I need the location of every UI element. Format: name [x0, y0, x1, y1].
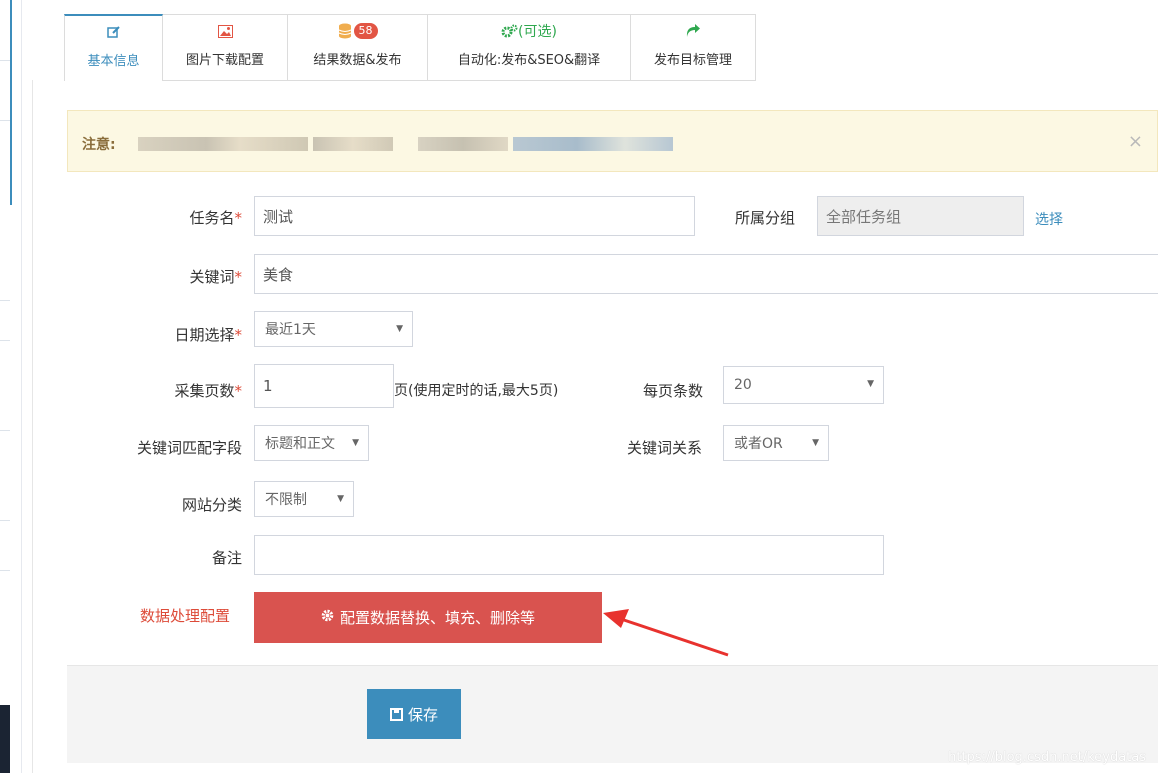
- annotation-arrow: [603, 609, 729, 657]
- save-button[interactable]: 保存: [367, 689, 461, 739]
- watermark: https://blog.csdn.net/keydatas: [948, 750, 1146, 765]
- form-footer: [67, 665, 1158, 763]
- floppy-icon: [389, 707, 403, 721]
- save-button-label: 保存: [407, 705, 438, 724]
